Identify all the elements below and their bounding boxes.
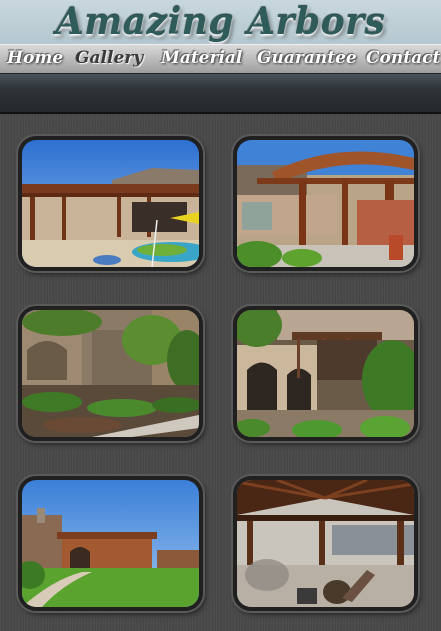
gallery-photo-curved-arbor[interactable]	[233, 136, 418, 271]
gallery-photo-stone-patio[interactable]	[233, 306, 418, 441]
gazebo-image	[237, 480, 414, 607]
site-logo[interactable]: Amazing Arbors	[0, 1, 441, 43]
stone-house-image	[22, 310, 199, 437]
pool-pergola-image	[22, 140, 199, 267]
nav-guarantee[interactable]: Guarantee	[257, 48, 357, 68]
gallery-photo-pool-pergola[interactable]	[18, 136, 203, 271]
nav-contact[interactable]: Contact	[366, 48, 440, 68]
nav-material[interactable]: Material	[161, 48, 242, 68]
curved-arbor-image	[237, 140, 414, 267]
lawn-pavilion-image	[22, 480, 199, 607]
nav-gallery[interactable]: Gallery	[75, 48, 143, 68]
main-nav: Home Gallery Material Guarantee Contact	[0, 44, 441, 75]
stone-patio-image	[237, 310, 414, 437]
site-header: Amazing Arbors	[0, 0, 441, 45]
gallery-photo-lawn-pavilion[interactable]	[18, 476, 203, 611]
gallery-photo-gazebo[interactable]	[233, 476, 418, 611]
page-banner	[0, 74, 441, 114]
nav-home[interactable]: Home	[7, 48, 63, 68]
gallery-photo-stone-house[interactable]	[18, 306, 203, 441]
